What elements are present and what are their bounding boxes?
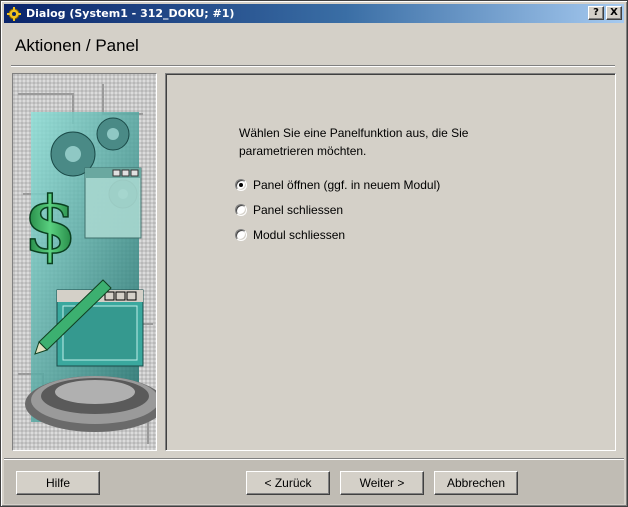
header-divider [11, 65, 615, 67]
dialog-window: Dialog (System1 - 312_DOKU; #1) ? X Akti… [0, 0, 628, 507]
radio-panel-schliessen[interactable] [235, 204, 247, 216]
radio-modul-schliessen[interactable] [235, 229, 247, 241]
svg-text:_: _ [107, 293, 112, 301]
title-bar[interactable]: Dialog (System1 - 312_DOKU; #1) ? X [4, 4, 624, 23]
cancel-button[interactable]: Abbrechen [434, 471, 518, 495]
button-bar: Hilfe < Zurück Weiter > Abbrechen [4, 458, 624, 504]
content-panel: Wählen Sie eine Panelfunktion aus, die S… [165, 73, 616, 451]
option-modul-schliessen[interactable]: Modul schliessen [235, 228, 345, 242]
option-label: Panel schliessen [253, 203, 344, 217]
wizard-illustration: $ _ [12, 73, 157, 451]
help-button[interactable]: Hilfe [16, 471, 100, 495]
gear-icon [6, 6, 22, 22]
back-button[interactable]: < Zurück [246, 471, 330, 495]
dollar-gears-window-illustration: $ _ [13, 74, 156, 450]
option-label: Modul schliessen [253, 228, 346, 242]
help-title-button[interactable]: ? [588, 6, 604, 20]
instruction-text: Wählen Sie eine Panelfunktion aus, die S… [239, 126, 469, 158]
option-panel-schliessen[interactable]: Panel schliessen [235, 203, 343, 217]
window-title: Dialog (System1 - 312_DOKU; #1) [26, 7, 235, 20]
close-title-button[interactable]: X [606, 6, 622, 20]
radio-panel-oeffnen[interactable] [235, 179, 247, 191]
svg-text:$: $ [23, 180, 77, 271]
next-button[interactable]: Weiter > [340, 471, 424, 495]
page-title: Aktionen / Panel [15, 36, 139, 55]
option-label: Panel öffnen (ggf. in neuem Modul) [253, 178, 441, 192]
option-panel-oeffnen[interactable]: Panel öffnen (ggf. in neuem Modul) [235, 178, 440, 192]
